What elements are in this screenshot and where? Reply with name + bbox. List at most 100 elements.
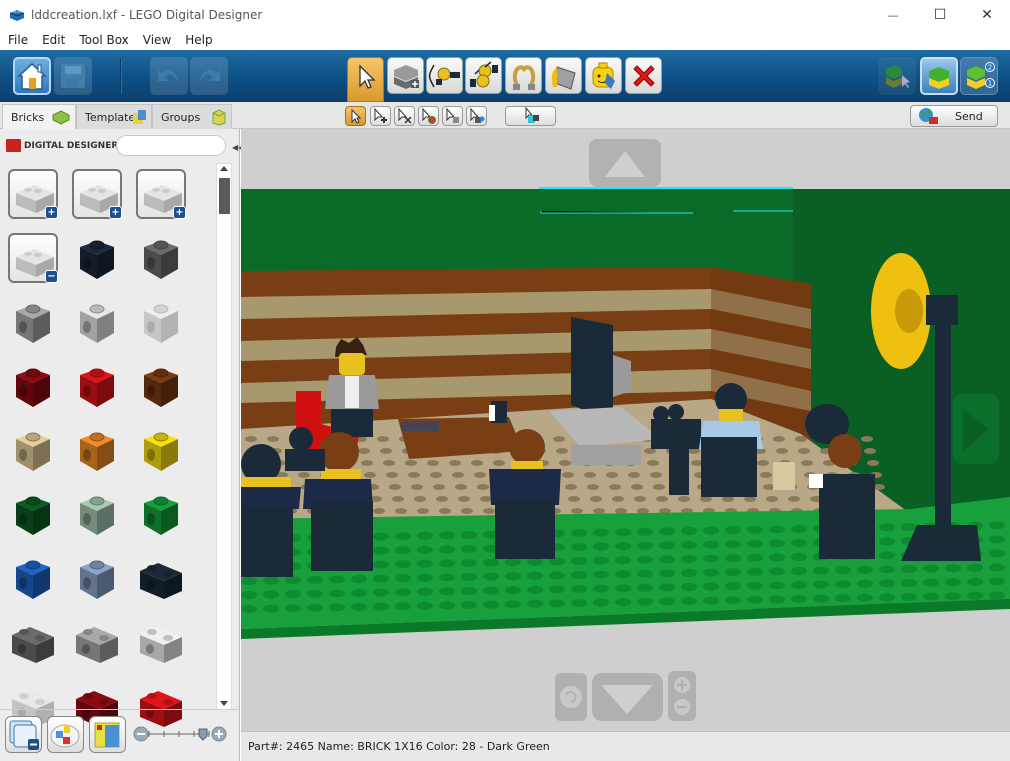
flex-tool-button[interactable] — [505, 57, 542, 94]
baseplate-stud — [483, 586, 499, 595]
brick-palette-item[interactable] — [136, 489, 186, 539]
select-same-color-button[interactable] — [418, 106, 439, 126]
tab-templates[interactable]: Templates — [76, 104, 152, 129]
minimize-button[interactable]: — — [870, 0, 916, 30]
add-to-selection-button[interactable] — [370, 106, 391, 126]
brick-palette-item[interactable] — [72, 553, 122, 603]
baseplate-stud — [395, 560, 411, 569]
tab-bricks[interactable]: Bricks — [2, 104, 76, 129]
close-button[interactable]: ✕ — [964, 0, 1010, 30]
baseplate-stud — [681, 541, 697, 549]
menu-view[interactable]: View — [143, 33, 171, 47]
view-mode-icon — [929, 67, 949, 89]
menu-help[interactable]: Help — [185, 33, 212, 47]
brick-palette-item[interactable] — [136, 553, 186, 603]
brick-filter-button[interactable] — [89, 716, 126, 753]
collapse-groups-button[interactable] — [5, 716, 42, 753]
collapse-group-icon[interactable]: − — [45, 270, 58, 283]
menu-file[interactable]: File — [8, 33, 28, 47]
brick-palette-item[interactable] — [8, 617, 58, 667]
main-toolbar: 2 1 — [0, 50, 1010, 102]
brick-palette-item[interactable]: + — [72, 169, 122, 219]
tab-groups[interactable]: Groups — [152, 104, 232, 129]
hinge-tool-button[interactable] — [426, 57, 463, 94]
floor-stud — [568, 496, 580, 502]
brick-search-input[interactable] — [116, 135, 226, 156]
brick-palette-item[interactable]: + — [136, 169, 186, 219]
decorate-tool-button[interactable] — [585, 57, 622, 94]
lego-scene[interactable] — [241, 129, 1010, 731]
redo-button[interactable] — [190, 57, 228, 95]
expand-group-icon[interactable]: + — [109, 206, 122, 219]
brick-palette-item[interactable] — [8, 489, 58, 539]
clone-tool-button[interactable] — [387, 57, 424, 94]
undo-button[interactable] — [150, 57, 188, 95]
select-connected-button[interactable] — [505, 106, 556, 126]
baseplate-stud — [615, 598, 631, 607]
select-same-shape-button[interactable] — [442, 106, 463, 126]
brick-palette-item[interactable] — [8, 297, 58, 347]
expand-group-icon[interactable]: + — [173, 206, 186, 219]
brick-palette-item[interactable] — [136, 425, 186, 475]
delete-tool-button[interactable] — [625, 57, 662, 94]
brick-palette-item[interactable] — [8, 553, 58, 603]
slider-handle[interactable] — [198, 728, 208, 741]
brick-palette-item[interactable] — [72, 361, 122, 411]
brick-palette-item[interactable] — [136, 233, 186, 283]
menu-edit[interactable]: Edit — [42, 33, 65, 47]
baseplate-stud — [659, 555, 675, 564]
brick-palette-item[interactable] — [8, 425, 58, 475]
secondary-toolbar: Bricks Templates Groups Send — [0, 102, 1010, 129]
save-icon — [61, 64, 85, 88]
baseplate-stud — [989, 549, 1005, 558]
brick-palette-item[interactable] — [136, 361, 186, 411]
brick-palette-item[interactable]: + — [8, 169, 58, 219]
floor-stud — [615, 508, 627, 514]
brick-palette-item[interactable]: − — [8, 233, 58, 283]
brick-palette-item[interactable] — [136, 297, 186, 347]
zoom-slider[interactable] — [133, 726, 227, 742]
rotate-view-button[interactable] — [555, 673, 587, 721]
selected-part-info: Part#: 2465 Name: BRICK 1X16 Color: 28 -… — [248, 740, 550, 753]
groups-icon — [212, 109, 226, 126]
palette-scrollbar[interactable] — [216, 163, 232, 710]
brick-palette-item[interactable] — [72, 489, 122, 539]
floor-stud — [656, 496, 668, 502]
scroll-up-icon[interactable] — [220, 166, 228, 171]
scroll-down-icon[interactable] — [220, 701, 228, 706]
select-tool-button[interactable] — [347, 57, 384, 102]
build-mode-button[interactable] — [878, 57, 916, 95]
brick-palette-item[interactable] — [8, 361, 58, 411]
view-zoom-in-button[interactable] — [674, 677, 690, 693]
brick-palette-item[interactable] — [72, 425, 122, 475]
brick-palette-item[interactable] — [72, 297, 122, 347]
expand-group-icon[interactable]: + — [45, 206, 58, 219]
save-button[interactable] — [54, 57, 92, 95]
nav-down-button[interactable] — [592, 673, 663, 721]
maximize-button[interactable]: ☐ — [917, 0, 963, 30]
floor-stud — [650, 472, 662, 478]
brick-palette-item[interactable] — [72, 617, 122, 667]
floor-stud — [584, 472, 596, 478]
building-guide-mode-button[interactable]: 2 1 — [960, 57, 998, 95]
remove-from-selection-button[interactable] — [394, 106, 415, 126]
nav-up-button[interactable] — [589, 139, 661, 187]
color-palette-button[interactable] — [47, 716, 84, 753]
baseplate-stud — [747, 581, 763, 590]
select-same-color-shape-button[interactable] — [466, 106, 487, 126]
view-mode-button[interactable] — [920, 57, 958, 95]
scrollbar-thumb[interactable] — [219, 178, 230, 214]
single-select-button[interactable] — [345, 106, 366, 126]
menu-toolbox[interactable]: Tool Box — [79, 33, 128, 47]
baseplate-stud — [989, 535, 1005, 544]
3d-viewport[interactable] — [241, 129, 1010, 731]
view-zoom-out-button[interactable] — [674, 699, 690, 715]
hinge-align-tool-button[interactable] — [465, 57, 502, 94]
brick-palette-item[interactable] — [72, 233, 122, 283]
home-button[interactable] — [13, 57, 51, 95]
paint-tool-button[interactable] — [545, 57, 582, 94]
nav-right-button[interactable] — [953, 394, 999, 464]
send-button[interactable]: Send — [910, 105, 998, 127]
baseplate-stud — [307, 575, 323, 584]
brick-palette-item[interactable] — [136, 617, 186, 667]
